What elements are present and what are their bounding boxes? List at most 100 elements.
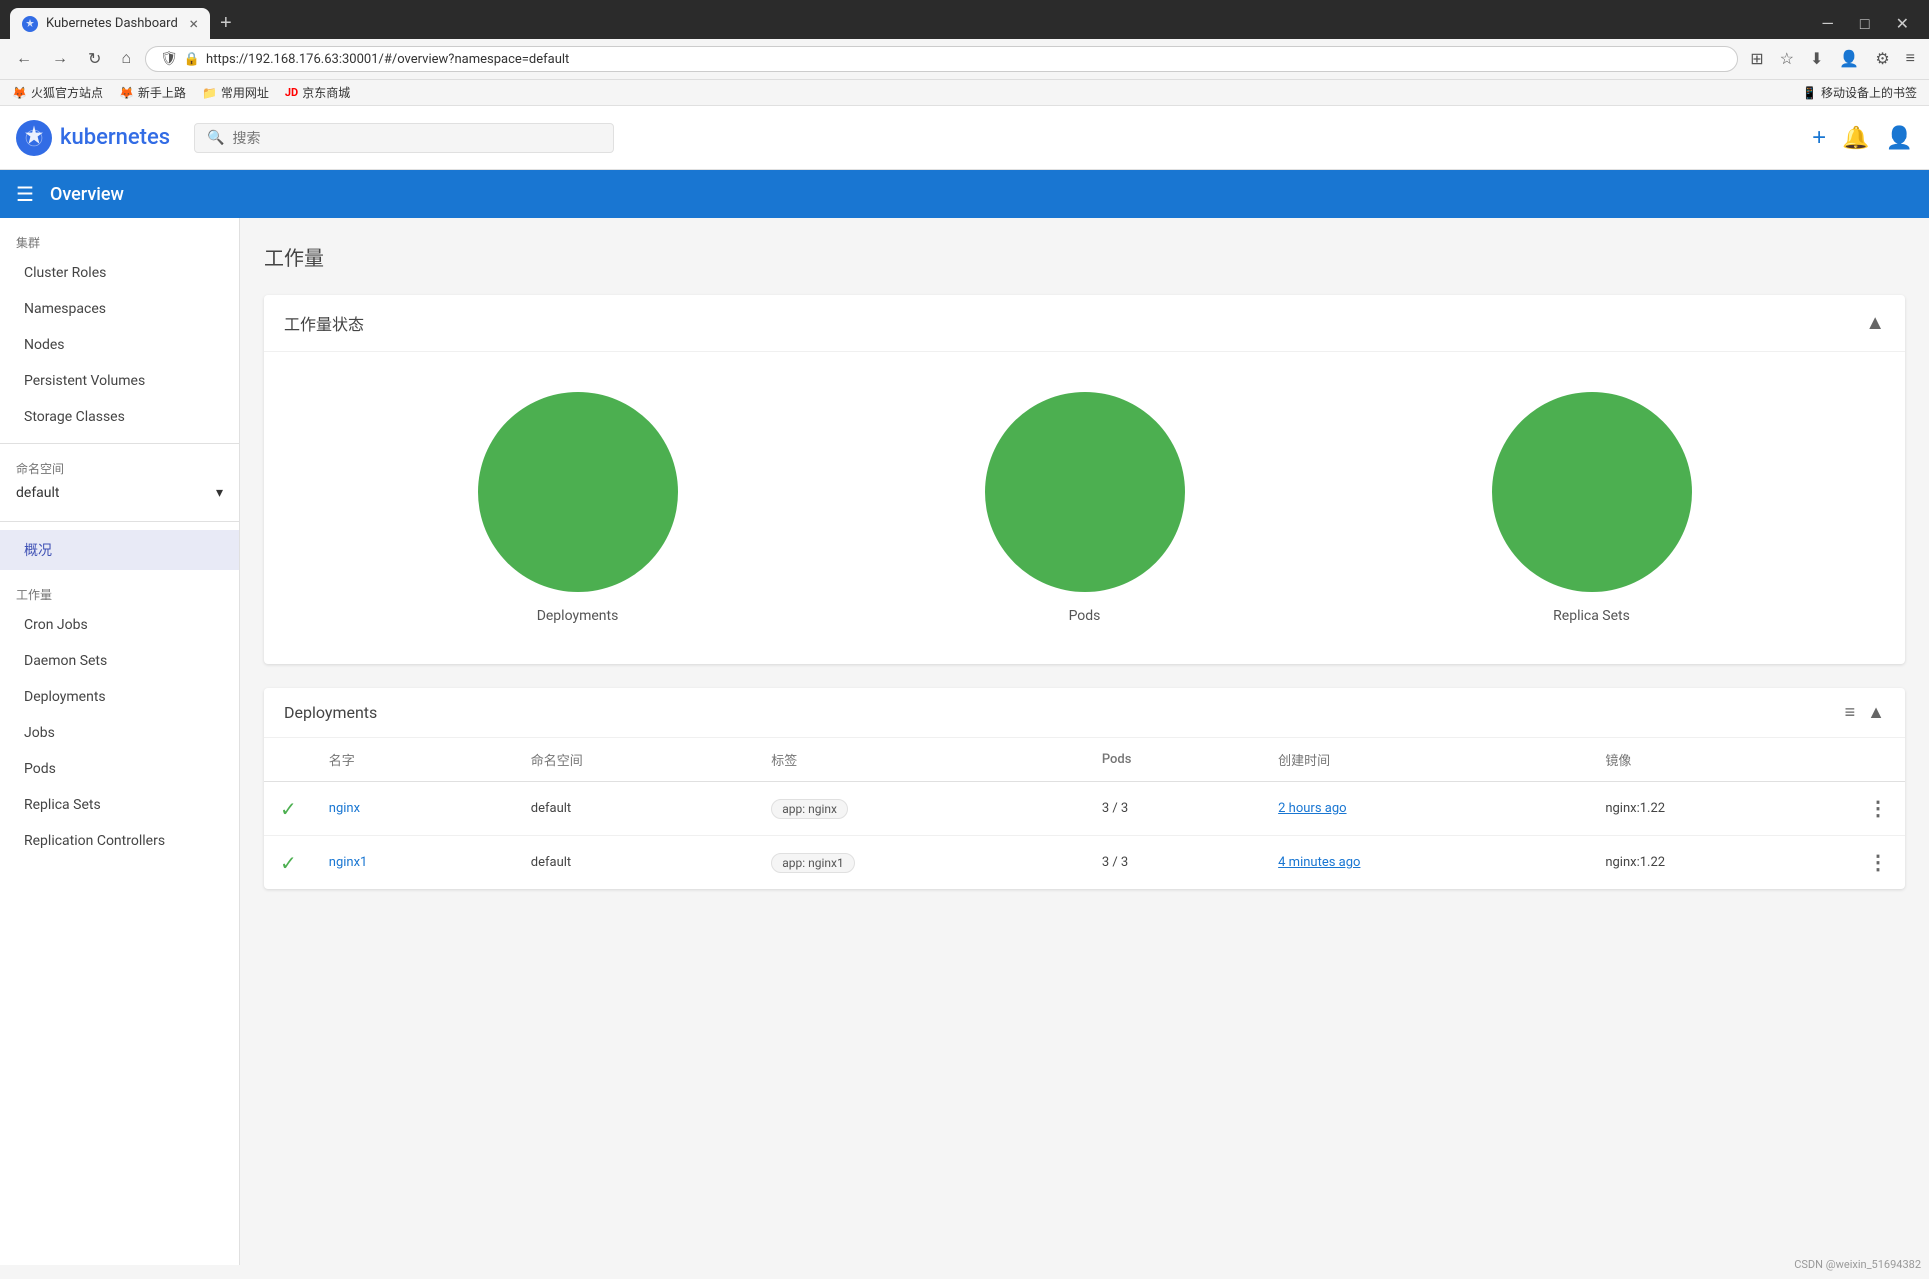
tab-favicon <box>22 16 38 32</box>
sidebar-item-pods[interactable]: Pods <box>0 751 239 787</box>
tab-close-button[interactable]: × <box>189 14 198 33</box>
menu-button[interactable]: ≡ <box>1902 45 1919 73</box>
nav-actions: ⊞ ☆ ⬇ 👤 ⚙ ≡ <box>1746 45 1919 73</box>
bookmark-common[interactable]: 📁 常用网址 <box>202 84 269 101</box>
row-image-1: nginx:1.22 <box>1589 836 1852 890</box>
sidebar-item-deployments[interactable]: Deployments <box>0 679 239 715</box>
watermark: CSDN @weixin_51694382 <box>1794 1258 1921 1271</box>
sidebar-item-replica-sets[interactable]: Replica Sets <box>0 787 239 823</box>
sidebar-divider-2 <box>0 521 239 522</box>
header-actions: + 🔔 👤 <box>1812 124 1913 152</box>
profile-button[interactable]: 👤 <box>1835 45 1863 73</box>
address-bar[interactable]: 🛡 🔒 https://192.168.176.63:30001/#/overv… <box>145 46 1738 72</box>
bookmark-firefox[interactable]: 🦊 火狐官方站点 <box>12 84 103 101</box>
minimize-button[interactable]: — <box>1813 10 1842 38</box>
folder-icon: 📁 <box>202 86 217 100</box>
user-menu-button[interactable]: 👤 <box>1886 125 1913 151</box>
search-bar[interactable]: 🔍 <box>194 123 614 153</box>
close-window-button[interactable]: ✕ <box>1888 10 1917 38</box>
row-pods-0: 3 / 3 <box>1086 782 1262 836</box>
row-menu-0[interactable]: ⋮ <box>1852 782 1905 836</box>
created-link-0[interactable]: 2 hours ago <box>1278 801 1346 816</box>
sidebar-item-jobs[interactable]: Jobs <box>0 715 239 751</box>
sidebar-item-overview[interactable]: 概况 <box>0 530 239 570</box>
pods-circle-item: Pods <box>985 392 1185 624</box>
forward-button[interactable]: → <box>46 46 74 72</box>
workload-status-collapse-button[interactable]: ▲ <box>1865 312 1885 335</box>
col-created: 创建时间 <box>1262 738 1589 782</box>
sidebar: 集群 Cluster Roles Namespaces Nodes Persis… <box>0 218 240 1265</box>
label-chip-1: app: nginx1 <box>771 853 855 873</box>
mobile-bookmark[interactable]: 📱 移动设备上的书签 <box>1802 84 1917 101</box>
sidebar-item-replication-controllers[interactable]: Replication Controllers <box>0 823 239 859</box>
row-namespace-0: default <box>515 782 755 836</box>
created-link-1[interactable]: 4 minutes ago <box>1278 855 1360 870</box>
row-name-1: nginx1 <box>313 836 515 890</box>
newuser-icon: 🦊 <box>119 86 134 100</box>
deployments-header: Deployments ≡ ▲ <box>264 688 1905 738</box>
page-header-bar: ☰ Overview <box>0 170 1929 218</box>
app-header: kubernetes 🔍 + 🔔 👤 <box>0 106 1929 170</box>
settings-button[interactable]: ⚙ <box>1871 45 1893 73</box>
row-status-1: ✓ <box>264 836 313 890</box>
cluster-section-label: 集群 <box>0 218 239 255</box>
table-row: ✓ nginx default app: nginx 3 / 3 2 hours… <box>264 782 1905 836</box>
status-ok-icon-0: ✓ <box>280 797 297 821</box>
search-input[interactable] <box>233 130 602 146</box>
notifications-button[interactable]: 🔔 <box>1842 125 1869 151</box>
sidebar-item-nodes[interactable]: Nodes <box>0 327 239 363</box>
row-menu-button-0[interactable]: ⋮ <box>1868 796 1889 821</box>
jd-icon: JD <box>285 86 298 99</box>
logo-text: kubernetes <box>60 125 170 150</box>
deployments-circle-item: Deployments <box>478 392 678 624</box>
content-title: 工作量 <box>264 242 1905 271</box>
bookmark-newuser[interactable]: 🦊 新手上路 <box>119 84 186 101</box>
workload-circles: Deployments Pods Replica Sets <box>264 352 1905 664</box>
row-menu-1[interactable]: ⋮ <box>1852 836 1905 890</box>
row-menu-button-1[interactable]: ⋮ <box>1868 850 1889 875</box>
add-button[interactable]: + <box>1812 124 1826 152</box>
firefox-icon: 🦊 <box>12 86 27 100</box>
deployments-table: 名字 命名空间 标签 Pods 创建时间 镜像 ✓ nginx <box>264 738 1905 889</box>
mobile-icon: 📱 <box>1802 86 1817 100</box>
new-tab-button[interactable]: + <box>210 8 242 39</box>
sidebar-item-cron-jobs[interactable]: Cron Jobs <box>0 607 239 643</box>
home-button[interactable]: ⌂ <box>115 46 137 72</box>
page-title: Overview <box>50 184 124 205</box>
refresh-button[interactable]: ↻ <box>82 45 107 73</box>
row-name-0: nginx <box>313 782 515 836</box>
deployments-actions: ≡ ▲ <box>1845 702 1885 723</box>
active-tab[interactable]: Kubernetes Dashboard × <box>10 8 210 39</box>
deployment-link-1[interactable]: nginx1 <box>329 855 368 870</box>
row-labels-0: app: nginx <box>755 782 1086 836</box>
bookmark-jd[interactable]: JD 京东商城 <box>285 84 350 101</box>
maximize-button[interactable]: □ <box>1852 10 1878 38</box>
bookmark-button[interactable]: ☆ <box>1776 45 1798 73</box>
sidebar-item-cluster-roles[interactable]: Cluster Roles <box>0 255 239 291</box>
deployments-collapse-button[interactable]: ▲ <box>1867 702 1885 723</box>
filter-button[interactable]: ≡ <box>1845 702 1856 723</box>
deployment-link-0[interactable]: nginx <box>329 801 360 816</box>
replica-sets-circle <box>1492 392 1692 592</box>
row-pods-1: 3 / 3 <box>1086 836 1262 890</box>
sidebar-item-storage-classes[interactable]: Storage Classes <box>0 399 239 435</box>
namespace-value: default <box>16 485 60 501</box>
pods-circle <box>985 392 1185 592</box>
table-row: ✓ nginx1 default app: nginx1 3 / 3 4 min… <box>264 836 1905 890</box>
hamburger-menu-icon[interactable]: ☰ <box>16 182 34 206</box>
col-image: 镜像 <box>1589 738 1852 782</box>
browser-nav: ← → ↻ ⌂ 🛡 🔒 https://192.168.176.63:30001… <box>0 39 1929 80</box>
kubernetes-logo[interactable]: kubernetes <box>16 120 170 156</box>
deployments-section: Deployments ≡ ▲ 名字 命名空间 标签 Pods <box>264 688 1905 889</box>
download-button[interactable]: ⬇ <box>1806 45 1827 73</box>
extensions-button[interactable]: ⊞ <box>1746 45 1767 73</box>
row-created-0: 2 hours ago <box>1262 782 1589 836</box>
sidebar-item-namespaces[interactable]: Namespaces <box>0 291 239 327</box>
sidebar-item-daemon-sets[interactable]: Daemon Sets <box>0 643 239 679</box>
back-button[interactable]: ← <box>10 46 38 72</box>
sidebar-item-persistent-volumes[interactable]: Persistent Volumes <box>0 363 239 399</box>
workload-status-header: 工作量状态 ▲ <box>264 295 1905 352</box>
namespace-select[interactable]: default ▾ <box>16 481 223 505</box>
content-area: 工作量 工作量状态 ▲ Deployments Pods <box>240 218 1929 1265</box>
row-image-0: nginx:1.22 <box>1589 782 1852 836</box>
